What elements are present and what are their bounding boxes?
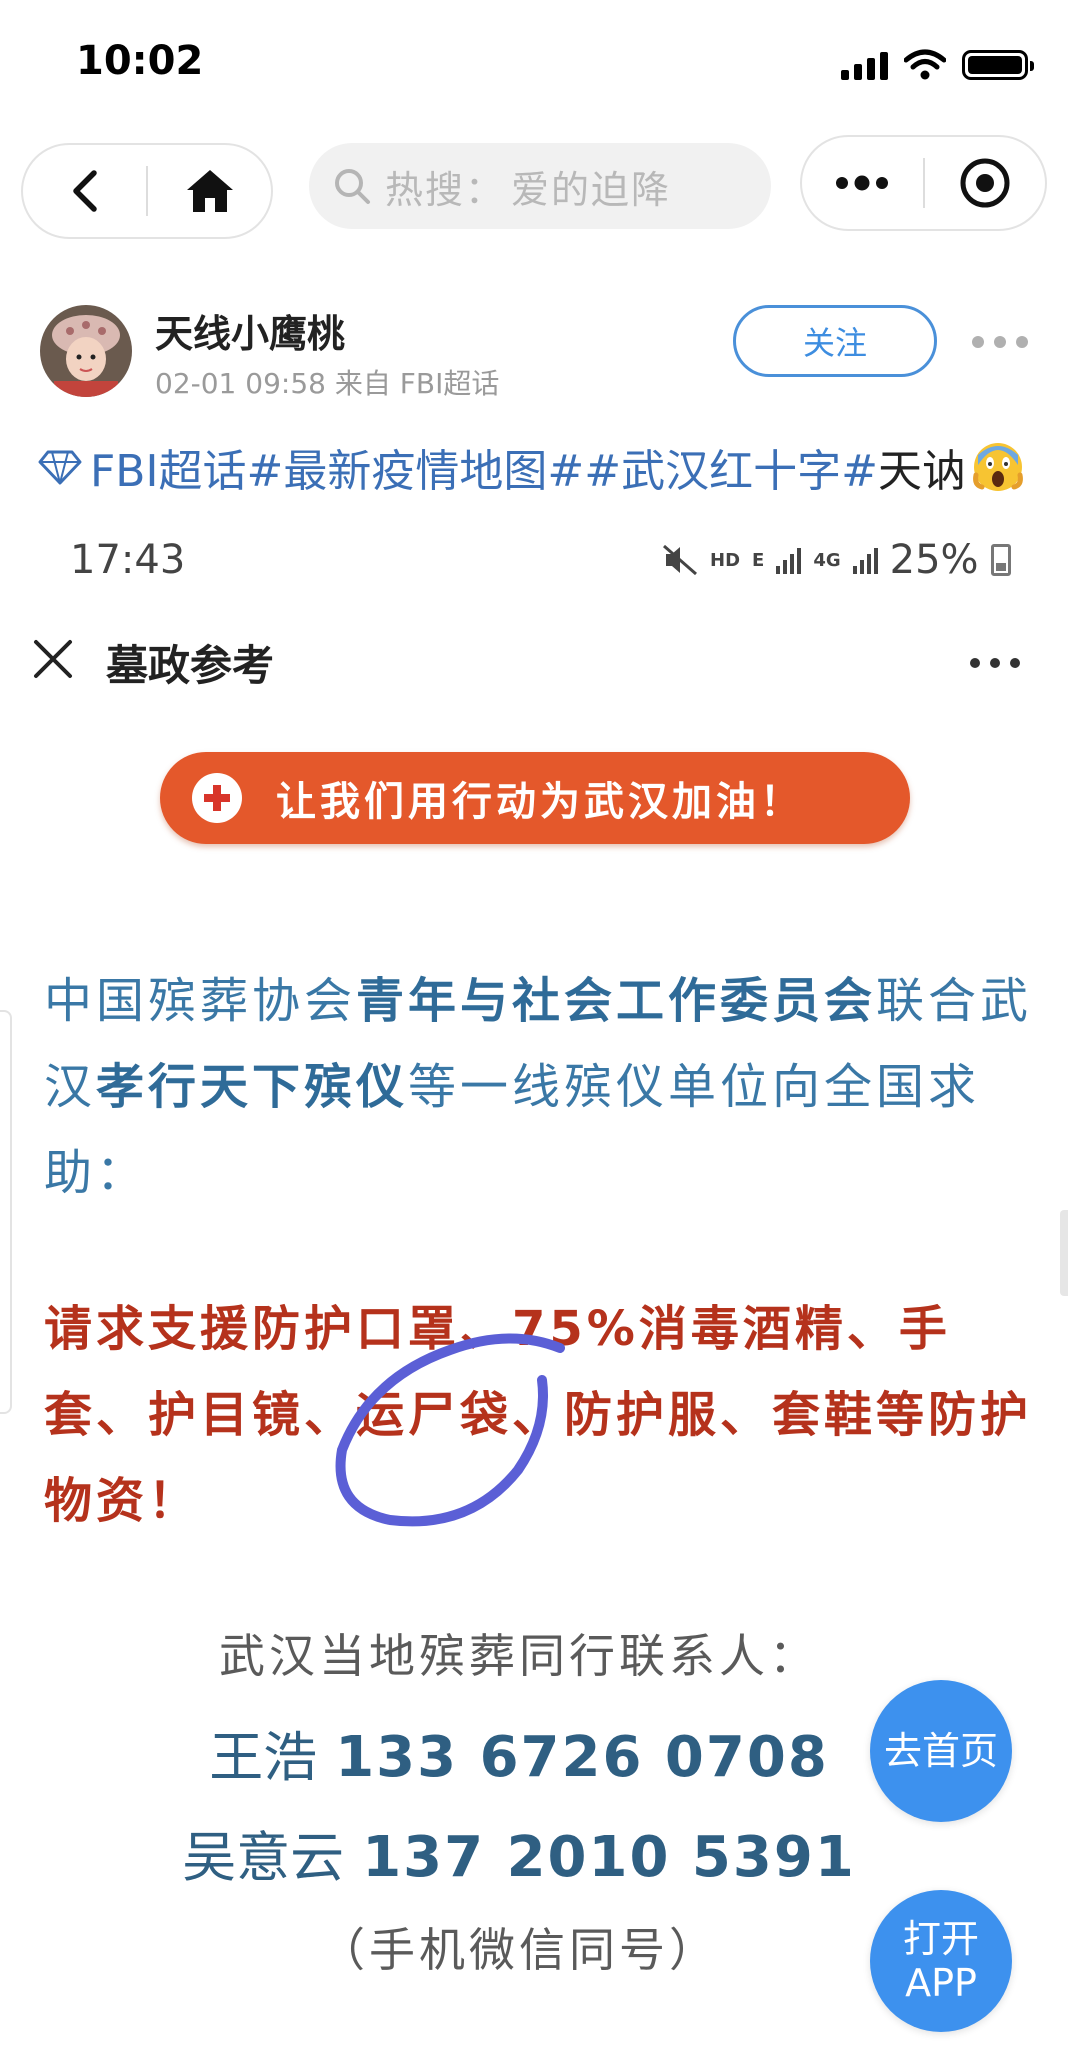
diamond-icon: [38, 450, 82, 485]
target-icon: [960, 158, 1010, 208]
embedded-battery-icon: [990, 544, 1011, 576]
open-app-line1: 打开: [902, 1917, 979, 1961]
home-button[interactable]: [148, 145, 271, 237]
open-app-button[interactable]: 打开 APP: [870, 1890, 1012, 2032]
supplies-request-paragraph: 请求支援防护口罩、75%消毒酒精、手套、护目镜、运尸袋、防护服、套鞋等防护物资！: [44, 1301, 1033, 1529]
close-miniprogram-button[interactable]: [925, 137, 1046, 229]
edge-marker: [0, 1010, 12, 1414]
search-placeholder-term: 爱的迫降: [511, 167, 672, 212]
contact-name: 王浩: [209, 1726, 318, 1789]
search-input[interactable]: 热搜： 爱的迫降: [309, 143, 771, 229]
status-time: 10:02: [76, 38, 204, 84]
open-app-line2: APP: [905, 1961, 977, 2005]
contact-phone: 137 2010 5391: [362, 1825, 856, 1890]
dot: [994, 336, 1006, 348]
post-more-button[interactable]: [972, 336, 1028, 348]
nav-capsule-right: [800, 135, 1047, 231]
banner-text: 让我们用行动为武汉加油！: [276, 779, 804, 825]
embedded-more-icon: [970, 658, 1020, 668]
go-home-button[interactable]: 去首页: [870, 1680, 1012, 1822]
avatar-image: [40, 305, 132, 397]
post-hashtags-link[interactable]: FBI超话#最新疫情地图##武汉红十字#: [90, 435, 878, 499]
wifi-icon: [904, 49, 946, 80]
embedded-battery-percent: 25%: [889, 537, 979, 583]
para1-segment-bold: 孝行天下殡仪: [96, 1059, 409, 1115]
back-button[interactable]: [23, 145, 146, 237]
chevron-left-icon: [72, 170, 97, 212]
red-cross-icon: [192, 773, 242, 823]
appeal-banner: 让我们用行动为武汉加油！: [160, 752, 910, 844]
post-username[interactable]: 天线小鹰桃: [155, 303, 345, 358]
embedded-status-time: 17:43: [70, 537, 186, 583]
mute-icon: [663, 544, 697, 576]
search-icon: [335, 169, 370, 204]
nav-capsule-left: [21, 143, 273, 239]
more-icon: [836, 175, 889, 191]
contact-phone: 133 6726 0708: [335, 1725, 829, 1790]
embedded-page-title: 墓政参考: [106, 641, 275, 690]
scream-emoji-icon: [973, 443, 1023, 491]
dot: [972, 336, 984, 348]
scroll-indicator: [1060, 1210, 1068, 1296]
contacts-label: 武汉当地殡葬同行联系人：: [219, 1629, 819, 1683]
post-text-tail: 天讷: [877, 446, 966, 497]
search-placeholder-prefix: 热搜：: [385, 167, 506, 212]
edge-label: E: [752, 549, 765, 571]
follow-button[interactable]: 关注: [733, 305, 937, 377]
dot: [1016, 336, 1028, 348]
4g-label: 4G: [813, 549, 841, 571]
post-text: FBI超话#最新疫情地图##武汉红十字# 天讷: [38, 435, 1024, 499]
more-menu-button[interactable]: [802, 137, 923, 229]
contact-row: 吴意云 137 2010 5391: [0, 1813, 1068, 1892]
para1-segment-bold: 青年与社会工作委员会: [356, 973, 877, 1029]
status-icons: [841, 46, 1034, 84]
para1-segment: 中国殡葬协会: [44, 973, 357, 1029]
battery-icon: [962, 50, 1034, 80]
contact-name: 吴意云: [182, 1826, 345, 1889]
cellular-signal-icon: [841, 50, 888, 80]
appeal-paragraph: 中国殡葬协会青年与社会工作委员会联合武汉孝行天下殡仪等一线殡仪单位向全国求助：: [44, 958, 1034, 1216]
close-icon: [34, 640, 72, 678]
status-bar: 10:02: [0, 0, 1068, 130]
avatar[interactable]: [40, 305, 132, 397]
hd-label: HD: [710, 549, 741, 571]
embedded-status-icons: HD E 4G 25%: [662, 537, 1011, 583]
embedded-signal-icon: [776, 546, 802, 574]
home-icon: [186, 170, 233, 212]
embedded-signal-icon-2: [852, 546, 878, 574]
post-meta: 02-01 09:58 来自 FBI超话: [155, 367, 500, 400]
